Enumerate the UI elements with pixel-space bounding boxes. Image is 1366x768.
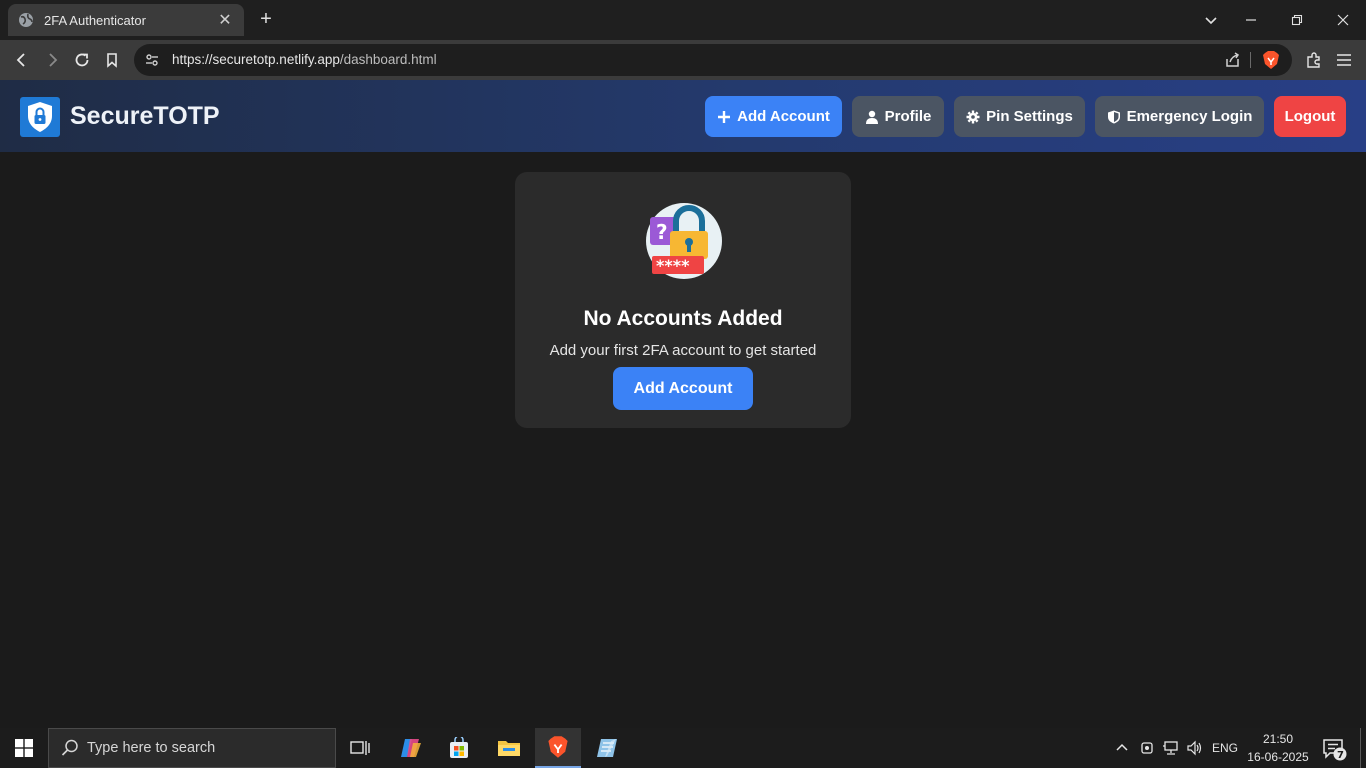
- browser-nav-bar: https://securetotp.netlify.app/dashboard…: [0, 40, 1366, 80]
- plus-icon: [718, 110, 731, 123]
- address-bar-separator: [1250, 52, 1251, 68]
- taskbar-search-input[interactable]: Type here to search: [48, 728, 336, 768]
- reload-icon[interactable]: [70, 48, 94, 72]
- browser-tab-bar: 2FA Authenticator ✕ +: [0, 0, 1366, 40]
- bookmark-icon[interactable]: [100, 48, 124, 72]
- pin-settings-button[interactable]: Pin Settings: [954, 96, 1085, 137]
- menu-icon[interactable]: [1332, 48, 1356, 72]
- logout-label: Logout: [1284, 108, 1336, 125]
- empty-state-add-account-button[interactable]: Add Account: [613, 367, 753, 410]
- show-hidden-icons-chevron-icon[interactable]: [1114, 728, 1130, 768]
- profile-label: Profile: [884, 108, 932, 125]
- new-tab-button[interactable]: +: [256, 8, 276, 30]
- network-icon[interactable]: [1162, 728, 1180, 768]
- brand-name: SecureTOTP: [70, 102, 220, 130]
- emergency-login-label: Emergency Login: [1126, 108, 1253, 125]
- restore-icon[interactable]: [1274, 0, 1320, 40]
- shield-icon: [1107, 110, 1120, 123]
- padlock-password-illustration-icon: ? ****: [646, 203, 722, 279]
- task-view-icon[interactable]: [337, 728, 383, 768]
- empty-state-card: ? **** No Accounts Added Add your first …: [515, 172, 851, 428]
- minimize-icon[interactable]: [1228, 0, 1274, 40]
- windows-start-icon[interactable]: [0, 728, 48, 768]
- app-header: SecureTOTP Add Account Profile Pin Setti…: [0, 80, 1366, 152]
- profile-button[interactable]: Profile: [852, 96, 944, 137]
- taskbar-clock[interactable]: 21:50 16-06-2025: [1246, 730, 1310, 766]
- user-icon: [865, 110, 878, 124]
- copilot-icon[interactable]: [388, 728, 434, 768]
- logout-button[interactable]: Logout: [1274, 96, 1346, 137]
- meet-now-icon[interactable]: [1139, 728, 1155, 768]
- window-close-icon[interactable]: [1320, 0, 1366, 40]
- search-placeholder: Type here to search: [87, 740, 216, 756]
- volume-icon[interactable]: [1186, 728, 1204, 768]
- url-text[interactable]: https://securetotp.netlify.app/dashboard…: [172, 52, 437, 67]
- microsoft-store-icon[interactable]: [436, 728, 482, 768]
- pin-settings-label: Pin Settings: [986, 108, 1073, 125]
- site-settings-icon[interactable]: [144, 52, 160, 68]
- empty-state-subtitle: Add your first 2FA account to get starte…: [549, 342, 817, 359]
- add-account-button[interactable]: Add Account: [705, 96, 842, 137]
- notification-count: 7: [1337, 750, 1344, 761]
- search-icon: [61, 739, 78, 756]
- notification-center-icon[interactable]: 7: [1320, 736, 1350, 762]
- add-account-label: Add Account: [737, 108, 830, 125]
- gear-icon: [966, 110, 980, 123]
- address-bar[interactable]: https://securetotp.netlify.app/dashboard…: [134, 44, 1292, 76]
- brave-browser-taskbar-icon[interactable]: [535, 728, 581, 768]
- tab-close-icon[interactable]: ✕: [216, 10, 234, 30]
- clock-date: 16-06-2025: [1247, 750, 1309, 764]
- language-indicator[interactable]: ENG: [1212, 728, 1238, 768]
- tab-title: 2FA Authenticator: [44, 12, 146, 28]
- notepad-icon[interactable]: [584, 728, 630, 768]
- windows-taskbar: Type here to search ENG 21:50 16-06-2025…: [0, 728, 1366, 768]
- back-arrow-icon[interactable]: [10, 48, 34, 72]
- password-mask-text: ****: [656, 256, 690, 275]
- share-icon[interactable]: [1224, 51, 1242, 69]
- url-path: /dashboard.html: [339, 52, 437, 67]
- brave-shield-icon[interactable]: [1262, 50, 1280, 70]
- browser-tab[interactable]: 2FA Authenticator ✕: [8, 4, 244, 36]
- forward-arrow-icon[interactable]: [40, 48, 64, 72]
- shield-lock-logo-icon: [20, 97, 60, 137]
- globe-icon: [19, 13, 33, 27]
- url-host: https://securetotp.netlify.app: [172, 52, 340, 67]
- svg-text:?: ?: [656, 220, 668, 244]
- empty-state-title: No Accounts Added: [583, 307, 783, 330]
- file-explorer-icon[interactable]: [486, 728, 532, 768]
- emergency-login-button[interactable]: Emergency Login: [1095, 96, 1264, 137]
- extensions-icon[interactable]: [1302, 48, 1326, 72]
- show-desktop-divider[interactable]: [1360, 728, 1361, 768]
- clock-time: 21:50: [1262, 732, 1294, 746]
